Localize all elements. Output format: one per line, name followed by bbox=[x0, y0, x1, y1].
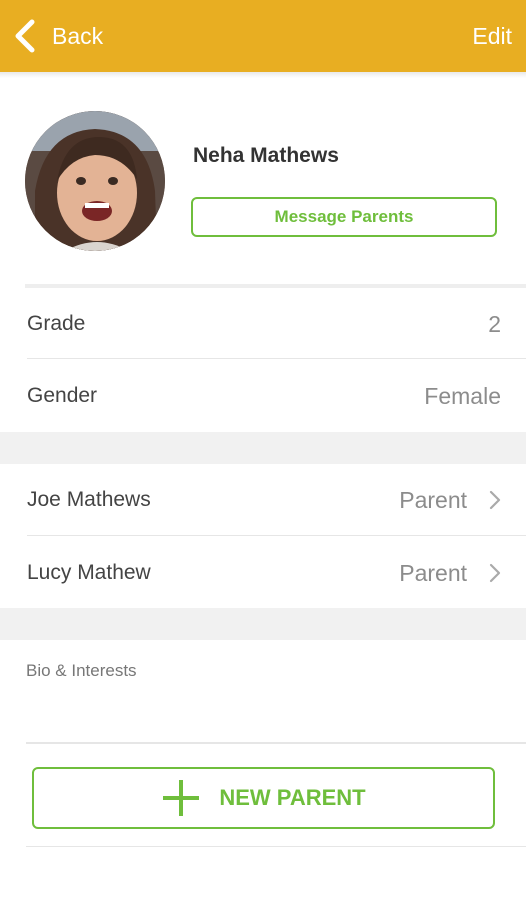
profile-header: Neha Mathews Message Parents bbox=[0, 78, 526, 284]
chevron-left-icon bbox=[12, 19, 38, 53]
detail-value: Female bbox=[424, 382, 501, 409]
section-gap bbox=[0, 432, 526, 464]
student-photo-icon bbox=[25, 111, 165, 251]
student-name: Neha Mathews bbox=[193, 144, 339, 167]
bio-interests-label: Bio & Interests bbox=[26, 661, 137, 680]
parent-row-joe[interactable]: Joe Mathews Parent bbox=[0, 464, 526, 536]
back-button[interactable]: Back bbox=[12, 19, 103, 53]
detail-label: Grade bbox=[27, 312, 86, 335]
top-bar: Back Edit bbox=[0, 0, 526, 72]
detail-row-gender: Gender Female bbox=[0, 360, 526, 432]
parent-name: Lucy Mathew bbox=[27, 561, 151, 584]
bio-separator bbox=[26, 742, 526, 744]
section-gap bbox=[0, 608, 526, 640]
parent-row-lucy[interactable]: Lucy Mathew Parent bbox=[0, 537, 526, 609]
row-separator bbox=[27, 535, 526, 536]
detail-row-grade: Grade 2 bbox=[0, 288, 526, 360]
new-parent-button[interactable]: NEW PARENT bbox=[32, 767, 495, 829]
student-profile-screen: Back Edit Neha Mathews Message Parents G… bbox=[0, 0, 526, 900]
message-parents-button[interactable]: Message Parents bbox=[191, 197, 497, 237]
plus-icon bbox=[161, 778, 201, 818]
chevron-right-icon bbox=[489, 490, 501, 510]
row-separator bbox=[27, 358, 526, 359]
bottom-separator bbox=[26, 846, 526, 847]
parent-role: Parent bbox=[399, 486, 467, 513]
edit-button[interactable]: Edit bbox=[472, 23, 512, 50]
avatar bbox=[25, 111, 165, 251]
detail-label: Gender bbox=[27, 384, 98, 407]
back-label: Back bbox=[52, 22, 104, 49]
new-parent-label: NEW PARENT bbox=[219, 785, 366, 810]
chevron-right-icon bbox=[489, 563, 501, 583]
detail-value: 2 bbox=[488, 310, 501, 337]
parent-name: Joe Mathews bbox=[27, 488, 151, 511]
parent-role: Parent bbox=[399, 559, 467, 586]
